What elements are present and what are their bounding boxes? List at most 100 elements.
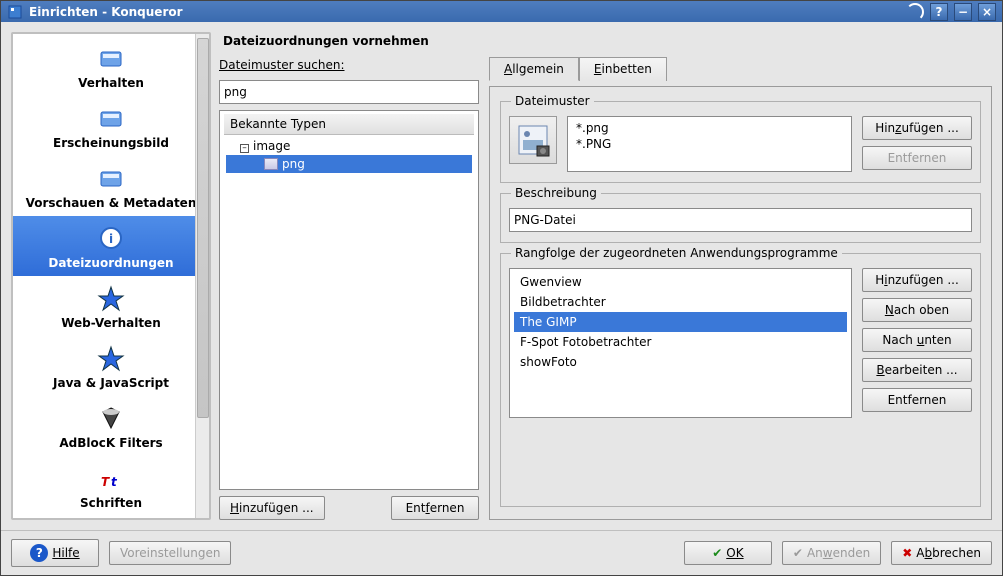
appearance-icon <box>95 102 127 134</box>
collapse-icon[interactable]: – <box>240 144 249 153</box>
main-row: Dateimuster suchen: Bekannte Typen –imag… <box>219 56 992 520</box>
description-input[interactable] <box>509 208 972 232</box>
group-description: Beschreibung <box>500 193 981 243</box>
help-icon: ? <box>30 544 48 562</box>
java-js-icon <box>95 342 127 374</box>
ok-icon: ✔ <box>712 546 722 560</box>
app-item[interactable]: F-Spot Fotobetrachter <box>514 332 847 352</box>
svg-text:t: t <box>111 475 118 489</box>
sidebar-item-java-js[interactable]: Java & JavaScript <box>13 336 209 396</box>
preview-icon <box>95 162 127 194</box>
pattern-item[interactable]: *.PNG <box>572 136 847 152</box>
apps-add-button[interactable]: Hinzufügen ... <box>862 268 972 292</box>
btn-label: Voreinstellungen <box>120 546 220 560</box>
group-title: Beschreibung <box>511 186 601 200</box>
logo-icon <box>906 3 924 21</box>
cancel-icon: ✖ <box>902 546 912 560</box>
btn-label: Hinzufügen ... <box>230 501 314 515</box>
btn-label: Bearbeiten ... <box>876 363 957 377</box>
ok-button[interactable]: ✔ OK <box>684 541 772 565</box>
file-assoc-icon: i <box>95 222 127 254</box>
tree-add-button[interactable]: Hinzufügen ... <box>219 496 325 520</box>
window-title: Einrichten - Konqueror <box>29 5 900 19</box>
tab-embed[interactable]: Einbetten <box>579 57 667 81</box>
type-tree[interactable]: Bekannte Typen –image png <box>219 110 479 490</box>
btn-label: Nach unten <box>882 333 951 347</box>
group-apps: Rangfolge der zugeordneten Anwendungspro… <box>500 253 981 507</box>
window: Einrichten - Konqueror ? − × Verhalten E… <box>0 0 1003 576</box>
apply-button: ✔ Anwenden <box>782 541 881 565</box>
cancel-button[interactable]: ✖Abbrechen <box>891 541 992 565</box>
mime-type-icon[interactable] <box>509 116 557 164</box>
app-item[interactable]: The GIMP <box>514 312 847 332</box>
btn-label: Nach oben <box>885 303 949 317</box>
btn-label: Hinzufügen ... <box>875 273 959 287</box>
btn-label: Hinzufügen ... <box>875 121 959 135</box>
btn-label: Entfernen <box>888 151 947 165</box>
titlebar[interactable]: Einrichten - Konqueror ? − × <box>1 1 1002 22</box>
type-tree-body: –image png <box>224 135 474 486</box>
search-input[interactable] <box>219 80 479 104</box>
patterns-list[interactable]: *.png *.PNG <box>567 116 852 172</box>
fonts-icon: Tt <box>95 462 127 494</box>
behavior-icon <box>95 42 127 74</box>
app-icon <box>7 4 23 20</box>
app-item[interactable]: Bildbetrachter <box>514 292 847 312</box>
sidebar-item-dateizuordnungen[interactable]: i Dateizuordnungen <box>13 216 209 276</box>
tab-pane-general: Dateimuster *.png *.PNG Hin <box>489 86 992 520</box>
pattern-item[interactable]: *.png <box>572 120 847 136</box>
apps-remove-button[interactable]: Entfernen <box>862 388 972 412</box>
sidebar-scrollbar-thumb[interactable] <box>197 38 209 418</box>
sidebar-item-web-verhalten[interactable]: Web-Verhalten <box>13 276 209 336</box>
apply-icon: ✔ <box>793 546 803 560</box>
defaults-button: Voreinstellungen <box>109 541 231 565</box>
group-patterns: Dateimuster *.png *.PNG Hin <box>500 101 981 183</box>
apps-down-button[interactable]: Nach unten <box>862 328 972 352</box>
left-column: Dateimuster suchen: Bekannte Typen –imag… <box>219 56 479 520</box>
image-file-icon <box>513 120 553 160</box>
sidebar-item-vorschauen[interactable]: Vorschauen & Metadaten <box>13 156 209 216</box>
main-panel: Dateizuordnungen vornehmen Dateimuster s… <box>219 32 992 520</box>
btn-label: OK <box>726 546 743 560</box>
tree-node-png[interactable]: png <box>226 155 472 173</box>
tree-buttons: Hinzufügen ... Entfernen <box>219 496 479 520</box>
file-type-icon <box>264 158 278 170</box>
sidebar-item-label: Verhalten <box>78 76 144 90</box>
pattern-remove-button: Entfernen <box>862 146 972 170</box>
tree-node-image[interactable]: –image <box>226 137 472 155</box>
tab-general[interactable]: Allgemein <box>489 57 579 81</box>
pattern-add-button[interactable]: Hinzufügen ... <box>862 116 972 140</box>
btn-label: Entfernen <box>888 393 947 407</box>
content: Verhalten Erscheinungsbild Vorschauen & … <box>1 22 1002 530</box>
tree-remove-button[interactable]: Entfernen <box>391 496 479 520</box>
group-title: Dateimuster <box>511 94 594 108</box>
sidebar-item-label: Vorschauen & Metadaten <box>26 196 197 210</box>
sidebar-scrollbar[interactable] <box>195 34 209 518</box>
help-titlebar-button[interactable]: ? <box>930 3 948 21</box>
close-button[interactable]: × <box>978 3 996 21</box>
app-item[interactable]: Gwenview <box>514 272 847 292</box>
btn-label: Anwenden <box>807 546 870 560</box>
sidebar-item-label: Erscheinungsbild <box>53 136 169 150</box>
sidebar-item-label: Dateizuordnungen <box>48 256 173 270</box>
app-item[interactable]: showFoto <box>514 352 847 372</box>
sidebar-item-adblock[interactable]: AdBlocK Filters <box>13 396 209 456</box>
sidebar-item-schriften[interactable]: Tt Schriften <box>13 456 209 516</box>
sidebar: Verhalten Erscheinungsbild Vorschauen & … <box>11 32 211 520</box>
sidebar-item-erscheinungsbild[interactable]: Erscheinungsbild <box>13 96 209 156</box>
web-behavior-icon <box>95 282 127 314</box>
help-button[interactable]: ? Hilfe <box>11 539 99 567</box>
apps-list[interactable]: Gwenview Bildbetrachter The GIMP F-Spot … <box>509 268 852 418</box>
tabs: Allgemein Einbetten <box>489 56 992 80</box>
apps-edit-button[interactable]: Bearbeiten ... <box>862 358 972 382</box>
minimize-button[interactable]: − <box>954 3 972 21</box>
sidebar-item-label: Java & JavaScript <box>53 376 169 390</box>
btn-label: Entfernen <box>406 501 465 515</box>
apps-up-button[interactable]: Nach oben <box>862 298 972 322</box>
page-heading: Dateizuordnungen vornehmen <box>219 32 992 50</box>
btn-label: Hilfe <box>52 546 79 560</box>
svg-text:T: T <box>101 475 110 489</box>
sidebar-item-label: Web-Verhalten <box>61 316 161 330</box>
sidebar-item-label: AdBlocK Filters <box>59 436 162 450</box>
sidebar-item-verhalten[interactable]: Verhalten <box>13 36 209 96</box>
